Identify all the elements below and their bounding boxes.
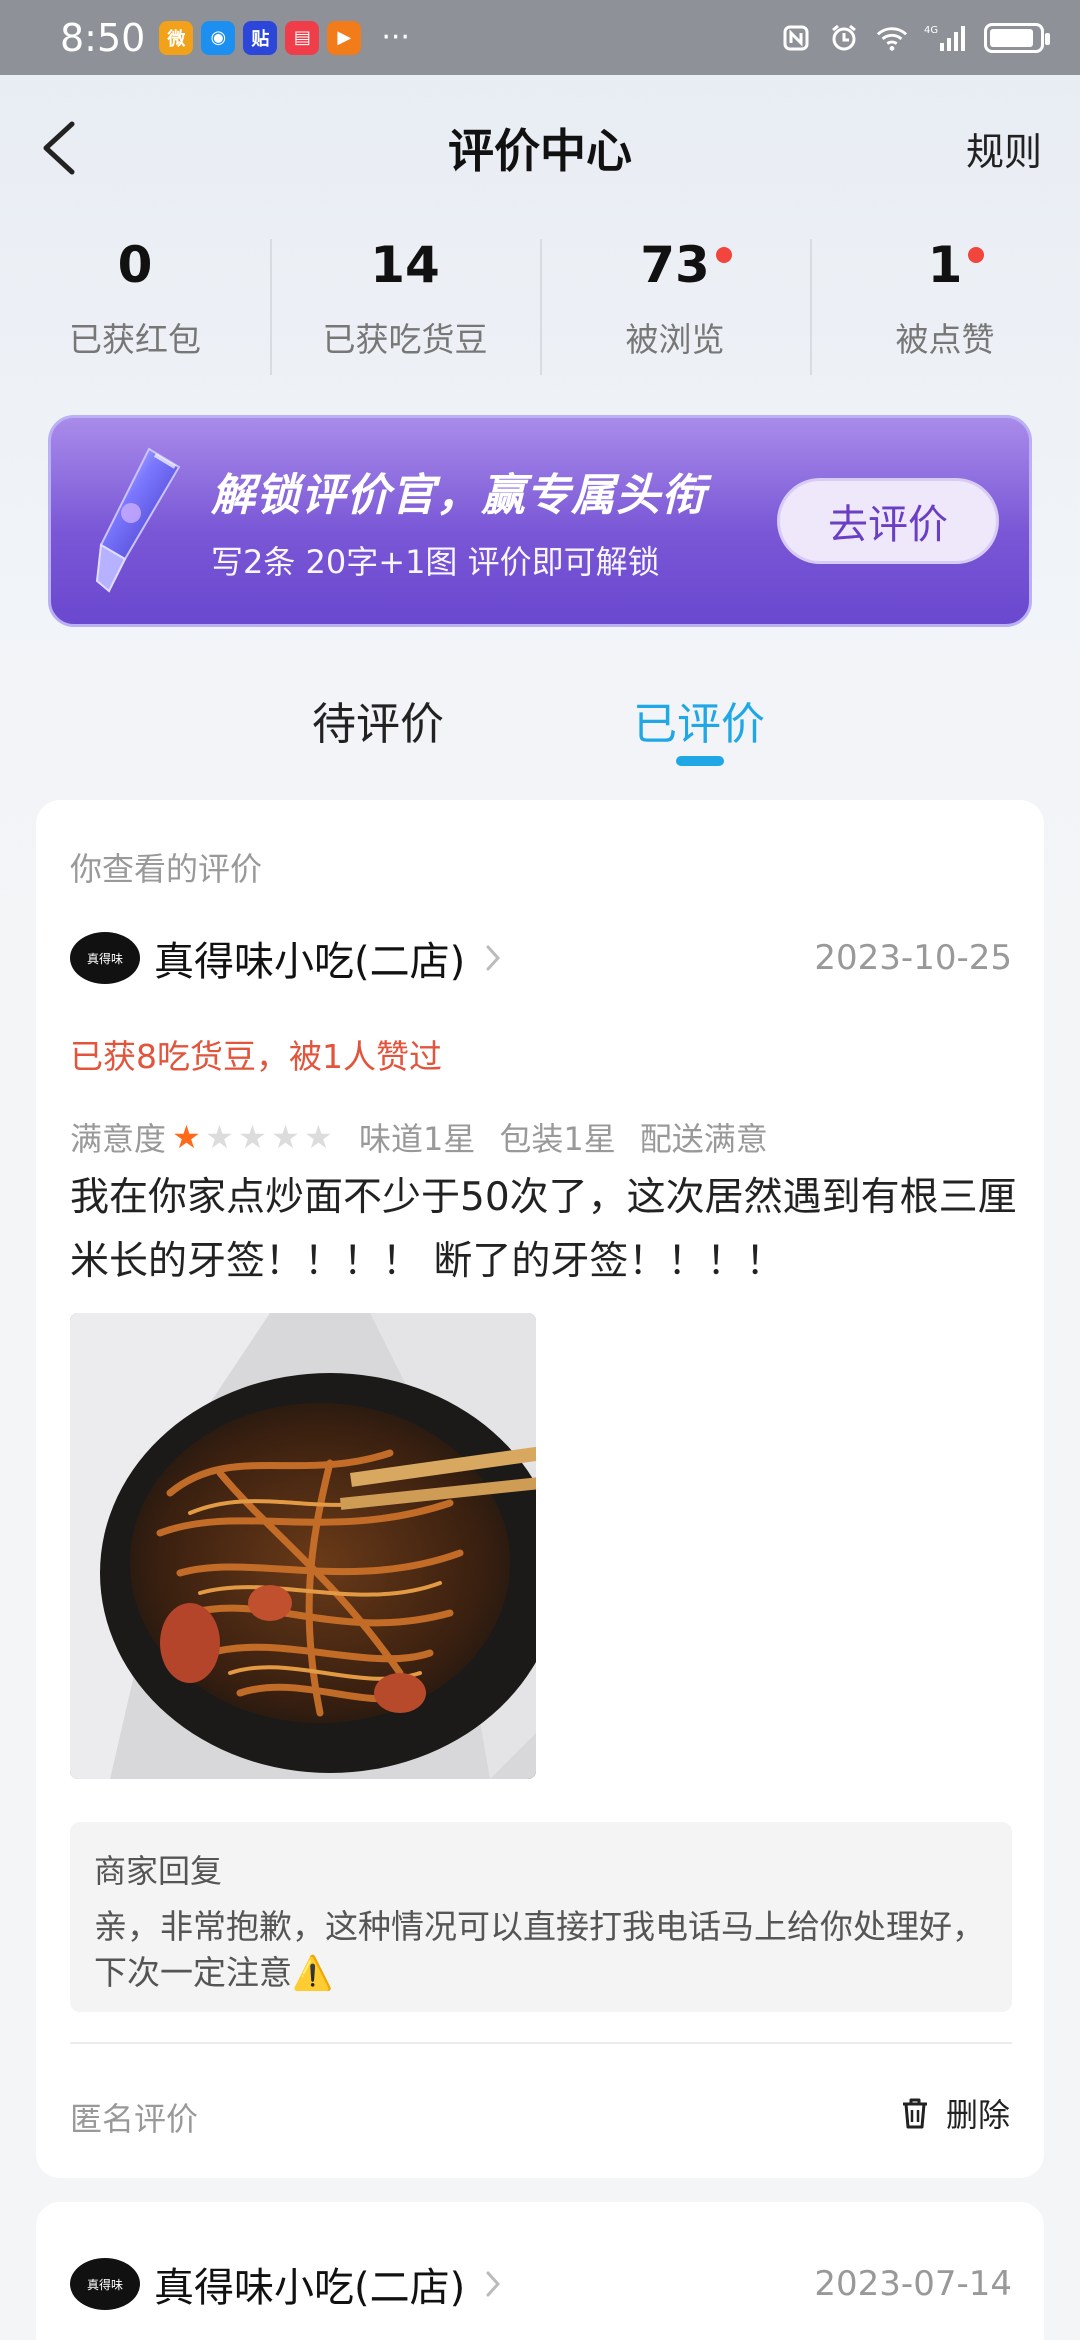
cellular-signal-icon: 4G	[924, 23, 968, 53]
stat-red-packets[interactable]: 0 已获红包	[0, 235, 270, 375]
tab-reviewed[interactable]: 已评价	[633, 688, 765, 752]
banner-title: 解锁评价官，赢专属头衔	[211, 470, 706, 521]
satisfaction-label: 满意度	[70, 1120, 167, 1158]
shop-name[interactable]: 真得味小吃(二店)	[154, 929, 465, 987]
wifi-icon	[876, 23, 908, 53]
review-photo[interactable]	[70, 1313, 536, 1779]
stat-label: 已获吃货豆	[322, 320, 488, 359]
reviewer-unlock-banner[interactable]: 解锁评价官，赢专属头衔 写2条 20字+1图 评价即可解锁 去评价	[48, 415, 1032, 627]
merchant-reply-title: 商家回复	[94, 1852, 223, 1890]
stat-value-wrap: 73	[640, 235, 732, 295]
stat-label: 被浏览	[625, 320, 725, 359]
stat-likes[interactable]: 1 被点赞	[810, 235, 1080, 375]
rating-row: 满意度 ★ ★ ★ ★ ★ 味道1星 包装1星 配送满意	[70, 1114, 792, 1160]
merchant-reply-text: 亲，非常抱歉，这种情况可以直接打我电话马上给你处理好，下次一定注意⚠️	[94, 1907, 985, 1992]
svg-text:4G: 4G	[924, 25, 938, 36]
stat-value: 1	[927, 236, 963, 294]
nav-header: 评价中心 规则	[0, 75, 1080, 220]
delete-label: 删除	[945, 2096, 1010, 2134]
active-tab-indicator	[676, 756, 724, 766]
compass-app-icon: ◉	[201, 20, 236, 55]
pen-icon	[95, 447, 181, 593]
banner-text: 解锁评价官，赢专属头衔 写2条 20字+1图 评价即可解锁	[211, 459, 706, 583]
shop-row[interactable]: 真得味 真得味小吃(二店) 2023-10-25	[70, 930, 1012, 986]
star-empty-icon: ★	[238, 1118, 267, 1156]
chevron-right-icon	[486, 2271, 501, 2297]
battery-icon	[984, 22, 1050, 53]
notification-apps: 微 ◉ 贴 ▤ ▶ ···	[159, 20, 410, 55]
reader-app-icon: ▤	[285, 20, 320, 55]
video-app-icon: ▶	[327, 20, 362, 55]
nfc-icon	[780, 23, 812, 53]
star-empty-icon: ★	[271, 1118, 300, 1156]
stat-value-wrap: 1	[927, 235, 985, 295]
back-arrow-icon[interactable]	[36, 120, 86, 176]
packaging-rating: 包装1星	[499, 1120, 616, 1158]
stat-value: 0	[117, 236, 153, 294]
status-time: 8:50	[60, 15, 146, 60]
delivery-rating: 配送满意	[639, 1120, 768, 1158]
stat-foodie-beans[interactable]: 14 已获吃货豆	[270, 235, 540, 375]
review-tabs: 待评价 已评价	[0, 680, 1080, 770]
star-rating: ★ ★ ★ ★ ★	[170, 1118, 335, 1156]
shop-name[interactable]: 真得味小吃(二店)	[154, 2255, 465, 2313]
stat-views[interactable]: 73 被浏览	[540, 235, 810, 375]
star-empty-icon: ★	[205, 1118, 234, 1156]
page-title: 评价中心	[448, 123, 632, 178]
divider	[70, 2042, 1012, 2044]
stat-label: 被点赞	[895, 320, 995, 359]
chevron-right-icon	[486, 945, 501, 971]
more-notifications-icon: ···	[381, 20, 410, 55]
review-card: 真得味 真得味小吃(二店) 2023-07-14	[36, 2202, 1044, 2340]
stat-value: 14	[370, 236, 440, 294]
shop-logo: 真得味	[70, 932, 140, 984]
stat-label: 已获红包	[69, 320, 201, 359]
stat-value: 73	[640, 236, 710, 294]
shop-logo: 真得味	[70, 2258, 140, 2310]
merchant-reply: 商家回复 亲，非常抱歉，这种情况可以直接打我电话马上给你处理好，下次一定注意⚠️	[70, 1822, 1012, 2012]
star-filled-icon: ★	[172, 1118, 201, 1156]
star-empty-icon: ★	[304, 1118, 333, 1156]
notification-dot	[715, 247, 732, 263]
shop-row[interactable]: 真得味 真得味小吃(二店) 2023-07-14	[70, 2256, 1012, 2312]
status-bar: 8:50 微 ◉ 贴 ▤ ▶ ··· 4G	[0, 0, 1080, 75]
banner-subtitle: 写2条 20字+1图 评价即可解锁	[211, 543, 660, 581]
delete-button[interactable]: 删除	[900, 2090, 1010, 2136]
tab-pending-review[interactable]: 待评价	[312, 688, 444, 752]
notification-dot	[968, 247, 985, 263]
stats-row: 0 已获红包 14 已获吃货豆 73 被浏览 1 被点赞	[0, 235, 1080, 375]
taste-rating: 味道1星	[359, 1120, 476, 1158]
review-date: 2023-07-14	[814, 2264, 1012, 2304]
viewed-review-label: 你查看的评价	[70, 850, 263, 888]
earned-summary: 已获8吃货豆，被1人赞过	[70, 1037, 442, 1076]
status-icons: 4G	[780, 22, 1050, 53]
weibo-icon: 微	[159, 20, 194, 55]
review-date: 2023-10-25	[814, 938, 1012, 978]
review-card: 你查看的评价 真得味 真得味小吃(二店) 2023-10-25 已获8吃货豆，被…	[36, 800, 1044, 2178]
anonymous-label: 匿名评价	[70, 2100, 199, 2138]
trash-icon	[902, 2098, 927, 2129]
review-text: 我在你家点炒面不少于50次了，这次居然遇到有根三厘米长的牙签！！！！ 断了的牙签…	[70, 1175, 1017, 1284]
alarm-icon	[828, 23, 860, 53]
go-review-button[interactable]: 去评价	[777, 478, 999, 564]
tieba-app-icon: 贴	[243, 20, 278, 55]
rules-link[interactable]: 规则	[966, 121, 1042, 176]
